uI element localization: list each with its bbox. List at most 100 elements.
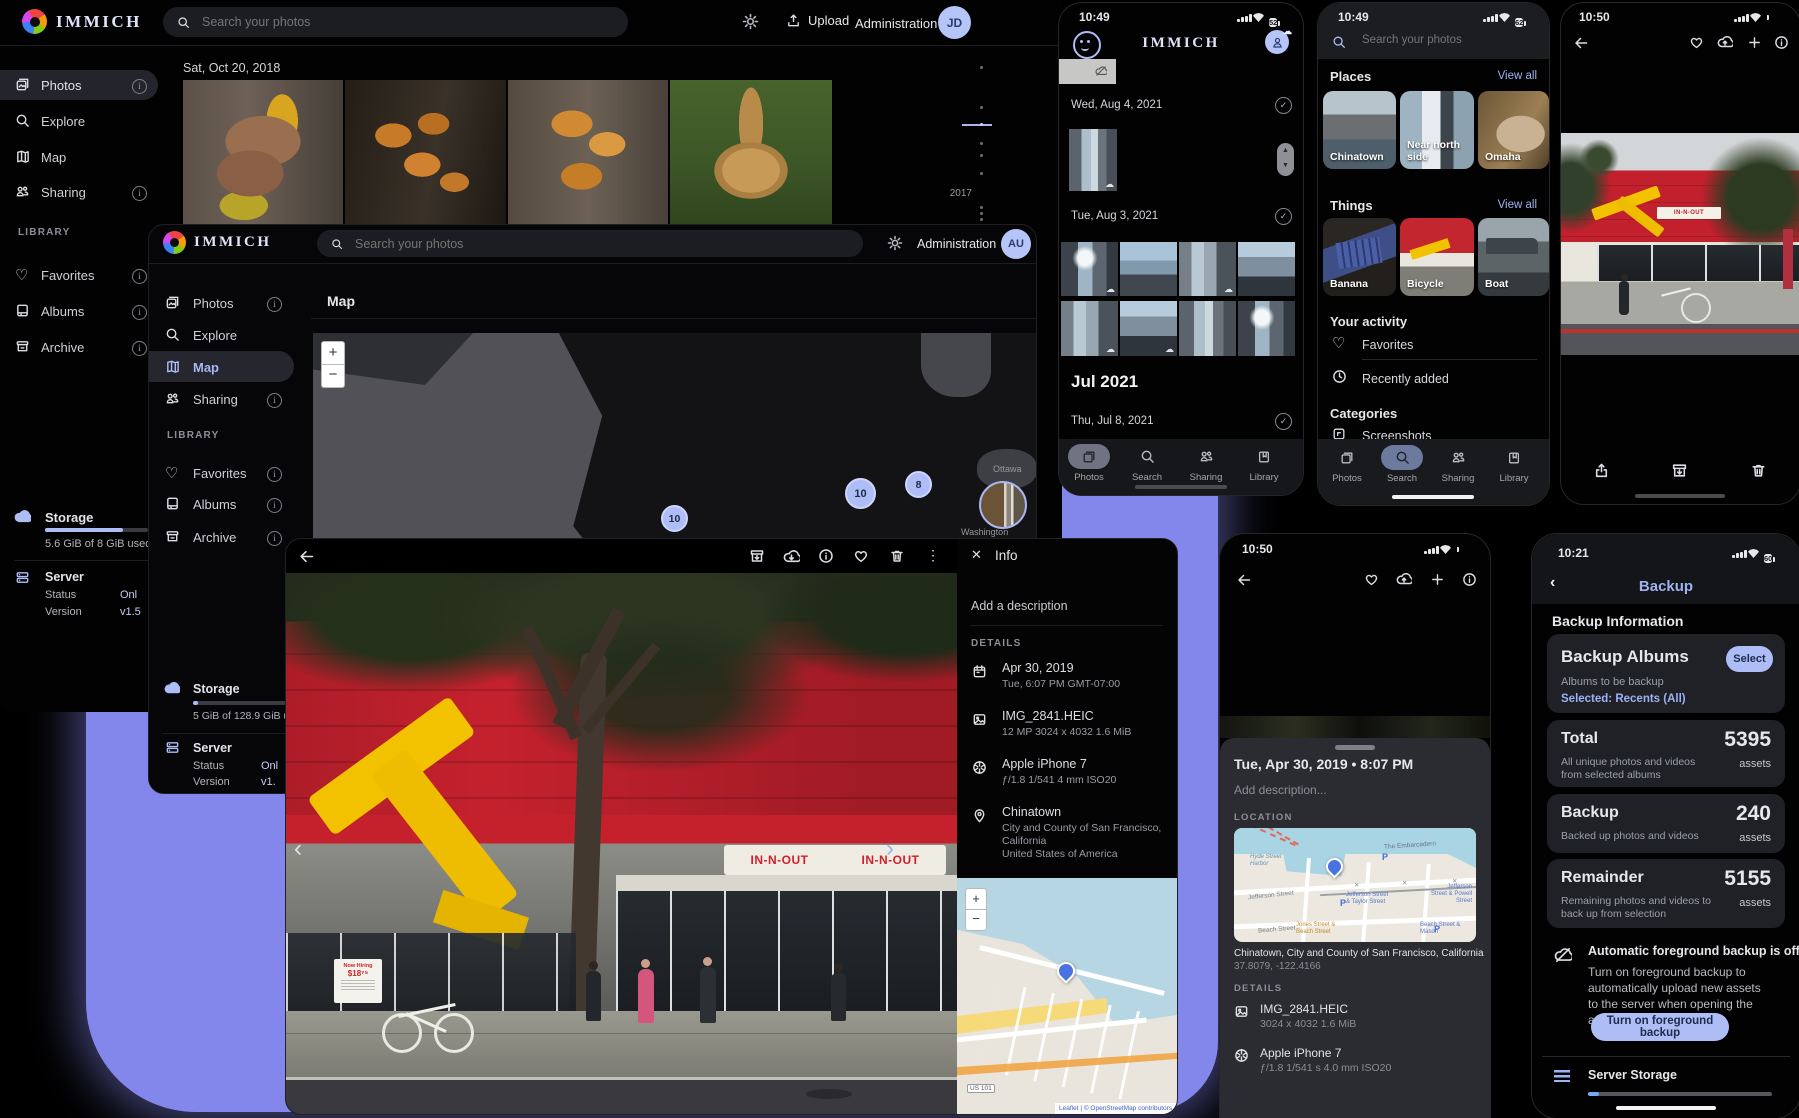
administration-link[interactable]: Administration	[917, 237, 996, 251]
sidebar-item-sharing[interactable]: Sharing	[41, 185, 86, 200]
sheet-drag-handle[interactable]	[1335, 745, 1375, 750]
photo-thumbnail[interactable]	[508, 80, 668, 226]
sidebar-item-explore[interactable]: Explore	[41, 114, 85, 129]
map-zoom-out-button[interactable]: −	[965, 909, 987, 931]
map-zoom-out-button[interactable]: −	[321, 364, 345, 388]
activity-recently-added[interactable]: Recently added	[1362, 372, 1449, 386]
place-card[interactable]: Near north side	[1400, 91, 1474, 169]
nav-tab-photos[interactable]: Photos	[1068, 444, 1110, 483]
count-info-icon[interactable]: i	[267, 297, 282, 312]
more-kebab-icon[interactable]: ⋮	[926, 547, 940, 564]
photo-thumbnail[interactable]	[1238, 301, 1295, 356]
add-plus-icon[interactable]	[1747, 35, 1762, 50]
theme-toggle-sun-icon[interactable]	[742, 13, 759, 30]
delete-trash-icon[interactable]	[889, 548, 905, 564]
count-info-icon[interactable]: i	[267, 531, 282, 546]
administration-link[interactable]: Administration	[855, 16, 937, 31]
map-cluster-marker[interactable]: 8	[905, 471, 932, 498]
sidebar-item-archive[interactable]: Archive	[41, 340, 84, 355]
share-icon[interactable]	[1593, 462, 1610, 479]
photo-thumbnail[interactable]	[345, 80, 506, 226]
app-logo[interactable]: IMMICH	[163, 231, 272, 254]
favorite-heart-icon[interactable]	[1689, 35, 1704, 50]
sidebar-item-sharing[interactable]: Sharing	[193, 392, 238, 407]
photo-thumbnail[interactable]: ☁	[1061, 301, 1118, 356]
nav-tab-photos[interactable]: Photos	[1326, 445, 1368, 484]
sidebar-item-archive[interactable]: Archive	[193, 530, 236, 545]
nav-tab-search[interactable]: Search	[1381, 445, 1423, 484]
count-info-icon[interactable]: i	[132, 341, 147, 356]
map-zoom-in-button[interactable]: +	[321, 341, 345, 365]
detail-sheet[interactable]: Tue, Apr 30, 2019 • 8:07 PM Add descript…	[1220, 738, 1490, 1118]
upload-button[interactable]: Upload	[786, 13, 849, 28]
photo-thumbnail[interactable]: ☁	[1120, 301, 1177, 356]
back-icon[interactable]	[1573, 35, 1589, 51]
download-cloud-icon[interactable]	[783, 548, 800, 565]
thing-card[interactable]: Banana	[1323, 218, 1396, 296]
theme-toggle-sun-icon[interactable]	[887, 235, 903, 251]
sidebar-item-explore[interactable]: Explore	[193, 328, 237, 343]
add-plus-icon[interactable]	[1430, 572, 1445, 587]
close-icon[interactable]: ✕	[971, 547, 982, 563]
nav-tab-library[interactable]: Library	[1243, 444, 1285, 483]
turn-on-backup-button[interactable]: Turn on foreground backup	[1591, 1013, 1729, 1041]
photo-thumbnail-partial[interactable]	[1059, 59, 1116, 84]
search-input[interactable]	[353, 236, 797, 252]
info-icon[interactable]	[818, 548, 834, 564]
place-card[interactable]: Omaha	[1478, 91, 1549, 169]
scrubber-handle[interactable]: ▲▼	[1277, 143, 1294, 176]
sidebar-item-photos[interactable]: Photos	[193, 296, 233, 311]
favorite-heart-icon[interactable]	[853, 548, 869, 564]
map-zoom-in-button[interactable]: +	[965, 888, 987, 910]
count-info-icon[interactable]: i	[267, 467, 282, 482]
select-all-check-icon[interactable]: ✓	[1275, 97, 1292, 114]
count-info-icon[interactable]: i	[267, 498, 282, 513]
favorite-heart-icon[interactable]	[1364, 572, 1379, 587]
search-bar[interactable]	[163, 7, 628, 37]
sidebar-item-albums[interactable]: Albums	[193, 497, 236, 512]
select-all-check-icon[interactable]: ✓	[1275, 413, 1292, 430]
count-info-icon[interactable]: i	[132, 269, 147, 284]
activity-favorites[interactable]: Favorites	[1362, 338, 1413, 352]
map-photo-cluster[interactable]	[979, 481, 1027, 529]
archive-box-icon[interactable]	[1671, 462, 1688, 479]
count-info-icon[interactable]: i	[132, 305, 147, 320]
upload-cloud-icon[interactable]	[1717, 34, 1733, 50]
count-info-icon[interactable]: i	[132, 186, 147, 201]
sidebar-item-favorites[interactable]: Favorites	[41, 268, 94, 283]
sidebar-item-map[interactable]: Map	[41, 150, 66, 165]
description-placeholder[interactable]: Add a description	[971, 599, 1068, 613]
photo-thumbnail[interactable]: ☁	[1061, 242, 1118, 296]
nav-tab-search[interactable]: Search	[1126, 444, 1168, 483]
description-placeholder[interactable]: Add description...	[1234, 783, 1327, 797]
count-info-icon[interactable]: i	[132, 79, 147, 94]
back-icon[interactable]	[1236, 572, 1252, 588]
nav-tab-sharing[interactable]: Sharing	[1185, 444, 1227, 483]
search-input[interactable]	[200, 14, 575, 30]
select-all-check-icon[interactable]: ✓	[1275, 208, 1292, 225]
info-icon[interactable]	[1774, 35, 1789, 50]
asset-photo[interactable]: IN-N-OUT	[1561, 133, 1799, 355]
map-cluster-marker[interactable]: 10	[845, 478, 876, 509]
location-map[interactable]: US 101 + − Leaflet | © OpenStreetMap con…	[957, 878, 1177, 1114]
place-card[interactable]: Chinatown	[1323, 91, 1396, 169]
info-icon[interactable]	[1462, 572, 1477, 587]
search-bar[interactable]	[317, 230, 863, 257]
location-map[interactable]: ✕ ✕ ✕ The Embarcadero Hyde Street Harbor…	[1234, 828, 1476, 942]
photo-thumbnail[interactable]	[670, 80, 832, 226]
profile-avatar[interactable]: ☁	[1265, 30, 1289, 54]
next-asset-chevron[interactable]: ›	[886, 835, 894, 863]
nav-tab-sharing[interactable]: Sharing	[1437, 445, 1479, 484]
nav-tab-library[interactable]: Library	[1493, 445, 1535, 484]
delete-trash-icon[interactable]	[1750, 462, 1767, 479]
view-all-link[interactable]: View all	[1498, 199, 1537, 211]
archive-box-icon[interactable]	[749, 548, 765, 564]
back-icon[interactable]	[298, 548, 315, 565]
thing-card[interactable]: Boat	[1478, 218, 1549, 296]
user-avatar[interactable]: AU	[1001, 229, 1031, 259]
search-input[interactable]	[1360, 33, 1524, 47]
photo-thumbnail[interactable]	[1179, 301, 1236, 356]
prev-asset-chevron[interactable]: ‹	[294, 835, 302, 863]
photo-thumbnail[interactable]	[1238, 242, 1295, 296]
asset-photo[interactable]: IN-N-OUT IN-N-OUT Now Hiring $18⁷⁵	[286, 573, 957, 1114]
